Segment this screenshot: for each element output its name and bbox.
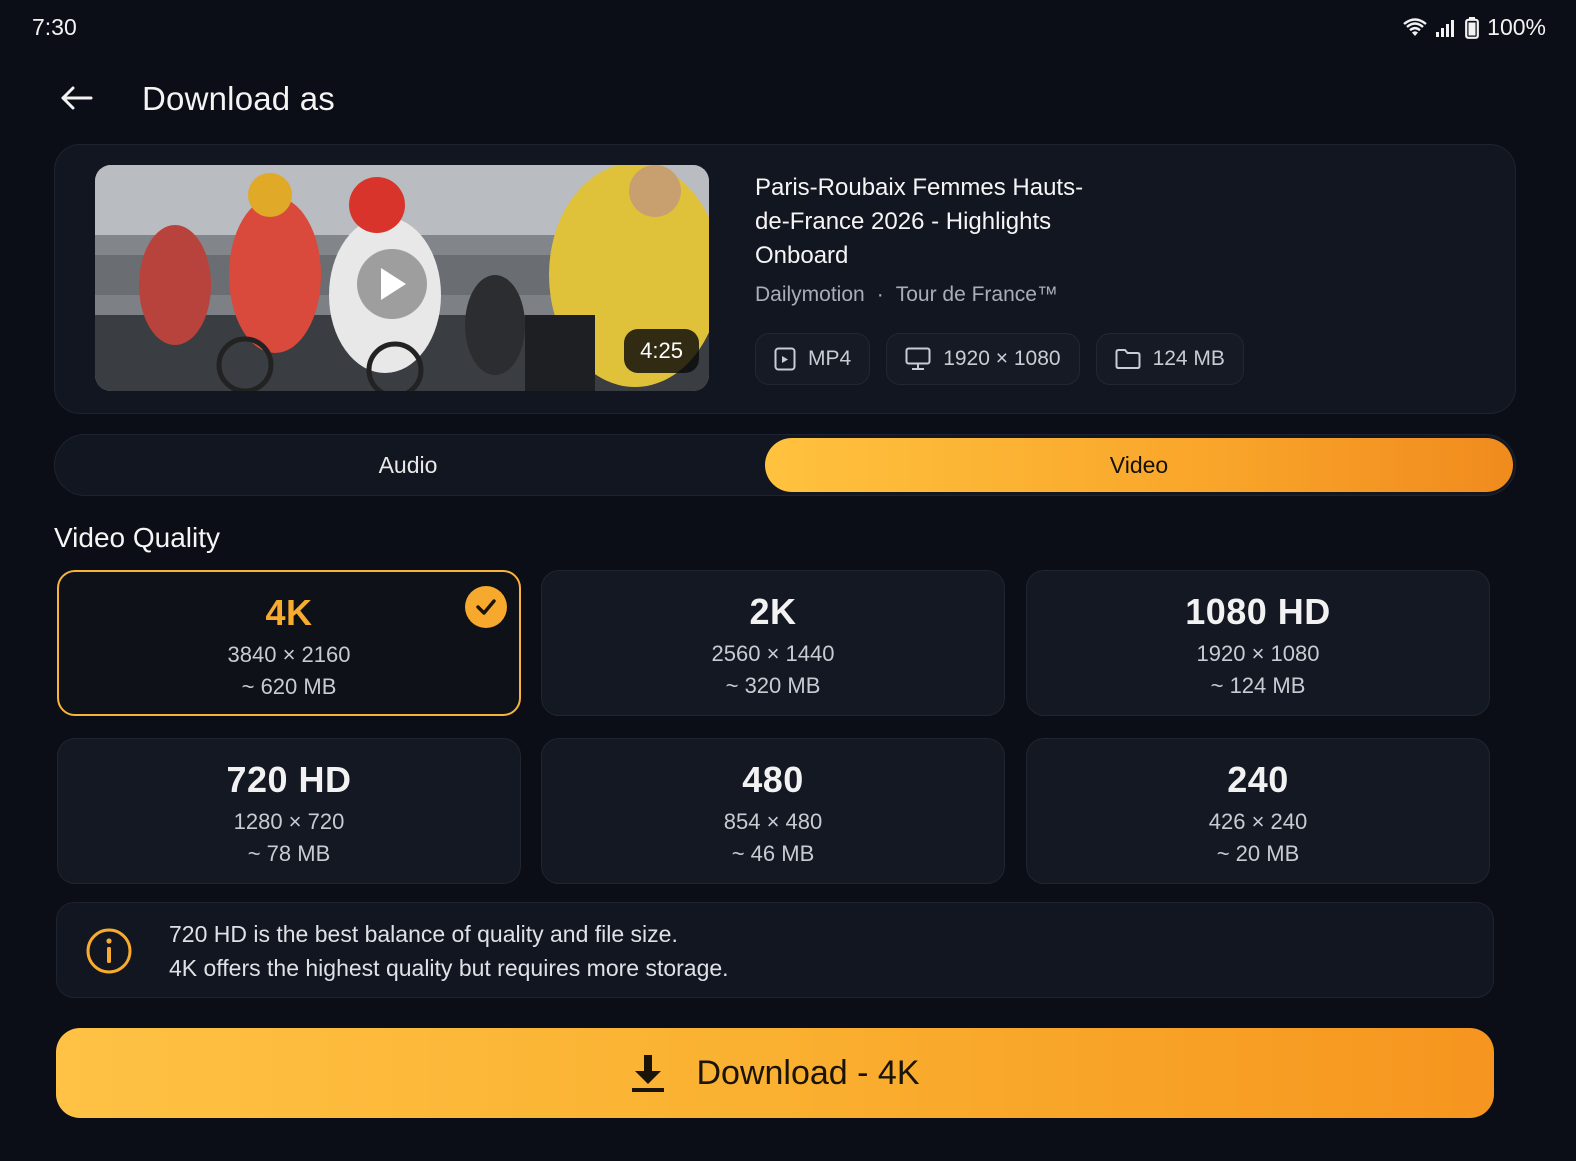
quality-size: ~ 320 MB (725, 673, 821, 698)
download-button-label: Download - 4K (696, 1053, 920, 1092)
video-title: Paris-Roubaix Femmes Hauts-de-France 202… (755, 174, 1084, 269)
section-title: Video Quality (54, 522, 221, 553)
quality-name: 240 (1227, 759, 1289, 800)
status-time: 7:30 (32, 14, 77, 40)
play-button[interactable] (357, 249, 427, 319)
quality-resolution: 854 × 480 (723, 809, 823, 834)
quality-name: 1080 HD (1185, 591, 1331, 632)
quality-option-240[interactable]: 240 426 × 240 ~ 20 MB (1026, 738, 1490, 884)
quality-size: ~ 46 MB (731, 841, 815, 866)
signal-icon (1436, 19, 1455, 37)
video-meta: Dailymotion · Tour de France™ (755, 283, 1058, 307)
battery-icon (1465, 16, 1480, 39)
quality-size: ~ 78 MB (247, 841, 331, 866)
info-text-line-2: 4K offers the highest quality but requir… (169, 955, 729, 981)
type-tabs: Audio Video (54, 434, 1516, 496)
format-label: MP4 (808, 347, 852, 370)
quality-resolution: 426 × 240 (1208, 809, 1308, 834)
tab-audio[interactable]: Audio (58, 438, 758, 492)
info-box: 720 HD is the best balance of quality an… (56, 902, 1494, 998)
quality-name: 2K (749, 591, 797, 632)
size-label: 124 MB (1152, 347, 1225, 370)
video-source: Dailymotion (755, 283, 865, 306)
quality-name: 720 HD (226, 759, 352, 800)
size-chip: 124 MB (1095, 333, 1244, 385)
play-icon (381, 268, 406, 300)
quality-name: 480 (742, 759, 804, 800)
resolution-label: 1920 × 1080 (943, 347, 1061, 370)
quality-option-480[interactable]: 480 854 × 480 ~ 46 MB (541, 738, 1005, 884)
page-title: Download as (142, 80, 335, 117)
media-card: 4:25 Paris-Roubaix Femmes Hauts-de-Franc… (54, 144, 1516, 414)
quality-name: 4K (265, 592, 313, 633)
info-text-line-1: 720 HD is the best balance of quality an… (169, 921, 678, 947)
quality-option-2k[interactable]: 2K 2560 × 1440 ~ 320 MB (541, 570, 1005, 716)
download-icon (632, 1055, 665, 1092)
quality-size: ~ 124 MB (1210, 673, 1306, 698)
monitor-icon (905, 347, 931, 370)
quality-option-1080[interactable]: 1080 HD 1920 × 1080 ~ 124 MB (1026, 570, 1490, 716)
duration-badge: 4:25 (624, 329, 699, 373)
selected-badge (465, 586, 507, 628)
info-icon (86, 928, 132, 974)
meta-separator: · (876, 283, 884, 306)
quality-size: ~ 620 MB (241, 674, 337, 699)
quality-resolution: 1280 × 720 (233, 809, 345, 834)
quality-option-720[interactable]: 720 HD 1280 × 720 ~ 78 MB (57, 738, 521, 884)
format-chip: MP4 (755, 333, 871, 385)
quality-size: ~ 20 MB (1216, 841, 1300, 866)
battery-percent: 100% (1487, 14, 1546, 40)
folder-icon (1115, 349, 1141, 369)
check-icon (476, 599, 496, 615)
status-icons: 100% (1403, 14, 1546, 41)
quality-resolution: 1920 × 1080 (1196, 641, 1320, 666)
download-button[interactable]: Download - 4K (56, 1028, 1494, 1118)
video-info-chips: MP4 1920 × 1080 124 MB (755, 333, 1244, 385)
resolution-chip: 1920 × 1080 (886, 333, 1080, 385)
arrow-left-icon (61, 86, 93, 110)
quality-option-4k[interactable]: 4K 3840 × 2160 ~ 620 MB (57, 570, 521, 716)
video-thumbnail[interactable]: 4:25 (95, 165, 709, 391)
quality-resolution: 2560 × 1440 (711, 641, 835, 666)
tab-video[interactable]: Video (765, 438, 1513, 492)
file-video-icon (774, 347, 796, 371)
quality-resolution: 3840 × 2160 (227, 642, 351, 667)
wifi-icon (1403, 17, 1427, 36)
video-channel: Tour de France™ (895, 283, 1058, 306)
back-button[interactable] (54, 76, 98, 120)
download-screen: 7:30 100% Download as 4:25 Paris-Roubaix… (0, 0, 1576, 1161)
